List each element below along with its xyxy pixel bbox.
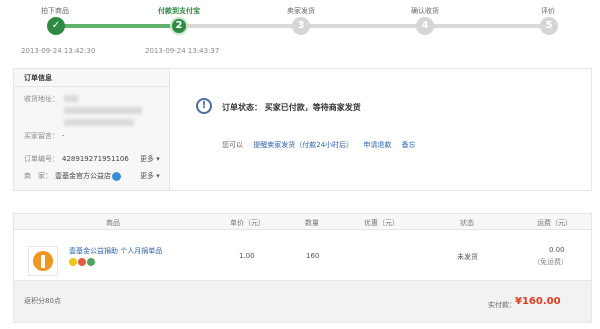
step-circle-5: 5 [540, 17, 558, 35]
step-circle-2: 2 [170, 17, 188, 35]
header-product: 商品 [106, 219, 120, 227]
address-redacted [64, 119, 134, 126]
step-circle-3: 3 [292, 17, 310, 35]
product-status: 未发货 [457, 253, 478, 261]
product-name-link[interactable]: 壹基金公益捐助 个人月捐单品 [69, 246, 162, 256]
more-label: 更多 [140, 155, 154, 163]
order-status-text: 订单状态： 买家已付款，等待商家发货 [222, 103, 361, 112]
chevron-down-icon: ▾ [156, 172, 160, 180]
seller: 商 家： 壹基金官方公益店 [24, 171, 121, 181]
table-header: 商品 单价（元） 数量 优惠（元） 状态 运费（元） [14, 214, 591, 230]
progress-track-pending [179, 24, 549, 28]
step-label-5: 评价 [541, 7, 555, 15]
shipping-note: （免运费） [533, 258, 568, 266]
seller-label: 商 家： [24, 172, 52, 180]
header-discount: 优惠（元） [364, 219, 399, 227]
table-footer: 返积分80点 实付款： ¥160.00 [14, 280, 591, 322]
step-label-1: 拍下商品 [41, 7, 69, 15]
address-redacted [64, 95, 78, 102]
step-time-1: 2013-09-24 13:42:30 [21, 47, 96, 55]
more-order-dropdown[interactable]: 更多 ▾ [140, 154, 160, 164]
badge-icon[interactable] [69, 258, 77, 266]
address-redacted [64, 107, 142, 114]
header-price: 单价（元） [230, 219, 265, 227]
product-qty: 160 [306, 252, 320, 260]
order-progress: 拍下商品 付款到支付宝 卖家发货 确认收货 评价 ✓ 2 3 4 5 2013-… [0, 0, 600, 60]
address-label: 收货地址： [24, 95, 59, 103]
step-time-2: 2013-09-24 13:43:37 [145, 47, 220, 55]
step-circle-4: 4 [416, 17, 434, 35]
refund-link[interactable]: 申请退款 [363, 141, 391, 149]
step-check-icon: ✓ [47, 17, 65, 35]
more-seller-dropdown[interactable]: 更多 ▾ [140, 171, 160, 181]
shipping-fee: 0.00 [549, 246, 565, 254]
product-price: 1.00 [239, 252, 255, 260]
step-label-2: 付款到支付宝 [158, 7, 200, 15]
reward-points: 返积分80点 [24, 297, 61, 305]
divider [14, 86, 170, 87]
memo-link[interactable]: 备忘 [402, 141, 416, 149]
product-thumbnail[interactable] [28, 246, 58, 276]
header-status: 状态 [460, 219, 474, 227]
chat-icon[interactable] [112, 171, 121, 181]
product-table: 商品 单价（元） 数量 优惠（元） 状态 运费（元） 壹基金公益捐助 个人月捐单… [13, 213, 592, 323]
order-number: 订单编号： 428919271951106 [24, 154, 129, 164]
buyer-message-label: 买家留言： [24, 132, 59, 140]
chevron-down-icon: ▾ [156, 155, 160, 163]
order-number-value: 428919271951106 [62, 155, 129, 163]
step-label-4: 确认收货 [411, 7, 439, 15]
header-shipping: 运费（元） [537, 219, 572, 227]
progress-track-done [55, 24, 179, 28]
header-qty: 数量 [305, 219, 319, 227]
buyer-message: 买家留言： - [24, 131, 65, 141]
seller-name-link[interactable]: 壹基金官方公益店 [55, 172, 111, 180]
order-info-panel: 订单信息 收货地址： 买家留言： - 订单编号： 428919271951106 更… [13, 68, 592, 191]
you-can-label: 您可以 [222, 141, 243, 149]
order-number-label: 订单编号： [24, 155, 59, 163]
total-amount: ¥160.00 [515, 296, 561, 307]
badge-icon[interactable] [87, 258, 95, 266]
badge-icon[interactable] [78, 258, 86, 266]
more-label: 更多 [140, 172, 154, 180]
order-actions: 您可以 提醒卖家发货（付款24小时后） 申请退款 备忘 [222, 140, 424, 150]
total-label: 实付款： [488, 301, 516, 309]
buyer-message-value: - [62, 132, 65, 140]
order-info-column: 订单信息 收货地址： 买家留言： - 订单编号： 428919271951106 更… [14, 69, 170, 190]
service-badges [69, 258, 96, 268]
charity-logo-mark [41, 255, 45, 268]
alert-icon: ! [196, 98, 212, 114]
step-label-3: 卖家发货 [287, 7, 315, 15]
order-info-title: 订单信息 [24, 74, 52, 82]
remind-seller-link[interactable]: 提醒卖家发货（付款24小时后） [253, 141, 353, 149]
